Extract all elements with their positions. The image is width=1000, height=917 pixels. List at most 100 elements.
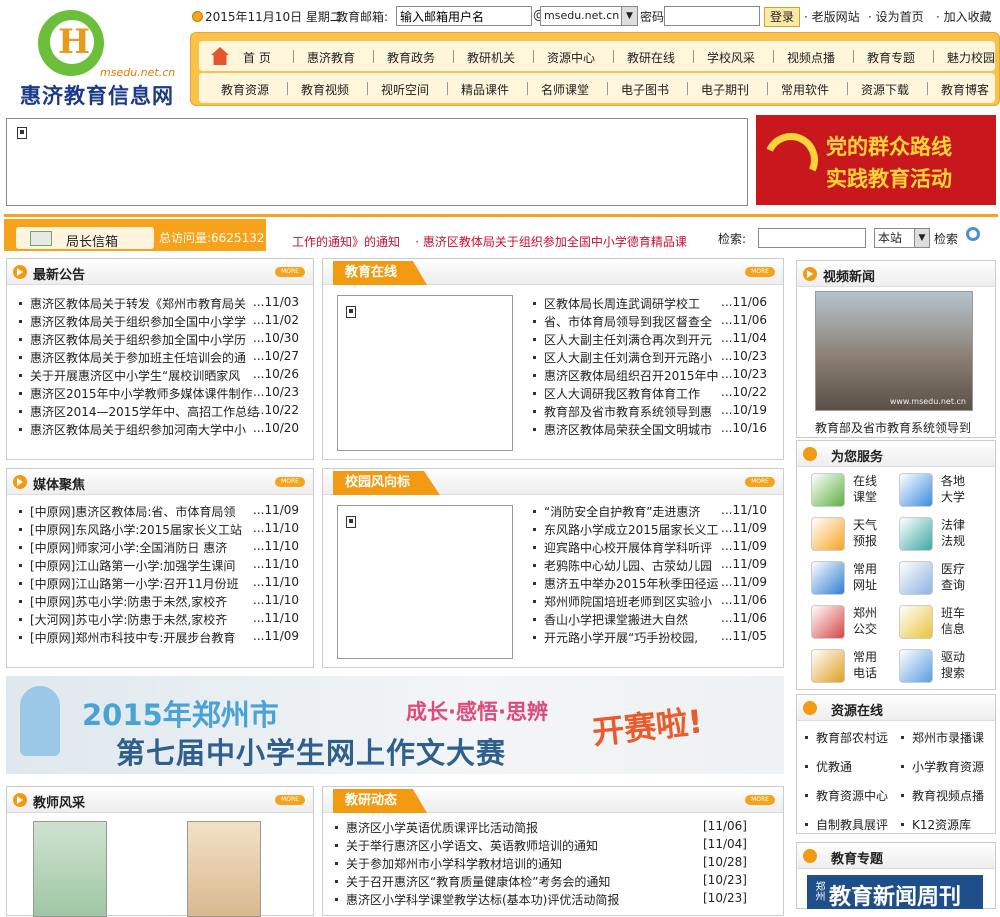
nav-item[interactable]: 教育资源 xyxy=(221,81,269,98)
list-item[interactable]: 关于开展惠济区中小学生“展校训晒家风 ...10/26 xyxy=(19,367,299,384)
list-item[interactable]: 郑州师院国培班老师到区实验小 ...11/06 xyxy=(533,593,767,610)
resource-link[interactable]: 优教通 xyxy=(805,758,852,775)
list-item[interactable]: 惠济区小学英语优质课评比活动简报 [11/06] xyxy=(335,819,747,836)
item-title[interactable]: 区教体局长周连武调研学校工 xyxy=(544,297,700,311)
search-scope-select[interactable]: 本站 ▼ xyxy=(874,228,930,248)
mail-domain-select[interactable]: msedu.net.cn ▼ xyxy=(540,6,638,26)
list-item[interactable]: 区人大副主任刘满仓再次到开元 ...11/04 xyxy=(533,331,767,348)
nav-item[interactable]: 电子图书 xyxy=(621,81,669,98)
list-item[interactable]: [中原网]郑州市科技中专:开展步台教育 ...11/09 xyxy=(19,629,299,646)
list-item[interactable]: [中原网]惠济区教体局:省、市体育局领 ...11/09 xyxy=(19,503,299,520)
teacher-photo[interactable] xyxy=(33,821,107,917)
item-title[interactable]: [中原网]惠济区教体局:省、市体育局领 xyxy=(30,505,235,519)
item-title[interactable]: [中原网]苏屯小学:防患于未然,家校齐 xyxy=(30,595,227,609)
more-button[interactable]: MORE xyxy=(275,795,305,805)
item-title[interactable]: [中原网]江山路第一小学:加强学生课间 xyxy=(30,559,235,573)
item-title[interactable]: 惠济区2014—2015学年中、高招工作总结 xyxy=(30,405,259,419)
item-title[interactable]: 惠济区教体局组织召开2015年中 xyxy=(544,369,719,383)
item-title[interactable]: 关于参加郑州市小学科学教材培训的通知 xyxy=(346,857,562,871)
service-item[interactable]: 郑州 公交 xyxy=(811,603,899,643)
old-site-link[interactable]: · 老版网站 xyxy=(804,8,860,25)
service-item[interactable]: 常用 网址 xyxy=(811,559,899,599)
search-input[interactable] xyxy=(758,228,866,248)
item-title[interactable]: 省、市体育局领导到我区督查全 xyxy=(544,315,712,329)
service-item[interactable]: 驱动 搜索 xyxy=(899,647,987,687)
item-title[interactable]: 惠济五中举办2015年秋季田径运 xyxy=(544,577,719,591)
list-item[interactable]: 惠济区2015年中小学教师多媒体课件制作 ...10/23 xyxy=(19,385,299,402)
list-item[interactable]: 开元路小学开展“巧手扮校园, ...11/05 xyxy=(533,629,767,646)
video-caption[interactable]: 教育部及省市教育系统领导到 xyxy=(815,419,971,436)
service-item[interactable]: 医疗 查询 xyxy=(899,559,987,599)
list-item[interactable]: 香山小学把课堂搬进大自然 ...11/06 xyxy=(533,611,767,628)
teacher-photo[interactable] xyxy=(187,821,261,917)
nav-item[interactable]: 教研在线 xyxy=(627,49,675,66)
list-item[interactable]: 惠济区教体局关于转发《郑州市教育局关 ...11/03 xyxy=(19,295,299,312)
nav-item[interactable]: 教研机关 xyxy=(467,49,515,66)
item-title[interactable]: 惠济区2015年中小学教师多媒体课件制作 xyxy=(30,387,253,401)
list-item[interactable]: 省、市体育局领导到我区督查全 ...11/06 xyxy=(533,313,767,330)
marquee-item[interactable]: 工作的通知》的通知 xyxy=(292,235,400,249)
resource-link[interactable]: 教育视频点播 xyxy=(901,787,984,804)
item-title[interactable]: “消防安全自护教育”走进惠济 xyxy=(544,505,700,519)
search-icon[interactable] xyxy=(966,227,980,241)
photo-frame[interactable] xyxy=(337,505,513,659)
item-title[interactable]: 区人大副主任刘满仓到开元路小 xyxy=(544,351,712,365)
nav-item[interactable]: 惠济教育 xyxy=(307,49,355,66)
nav-item[interactable]: 精品课件 xyxy=(461,81,509,98)
list-item[interactable]: [中原网]东风路小学:2015届家长义工站 ...11/10 xyxy=(19,521,299,538)
list-item[interactable]: 惠济区教体局关于组织参加全国中小学历 ...10/30 xyxy=(19,331,299,348)
resource-label[interactable]: 优教通 xyxy=(816,760,852,774)
resource-label[interactable]: 教育资源中心 xyxy=(816,789,888,803)
more-button[interactable]: MORE xyxy=(745,267,775,277)
list-item[interactable]: 东风路小学成立2015届家长义工 ...11/09 xyxy=(533,521,767,538)
item-title[interactable]: 关于举行惠济区小学语文、英语教师培训的通知 xyxy=(346,839,598,853)
item-title[interactable]: 区人大副主任刘满仓再次到开元 xyxy=(544,333,712,347)
list-item[interactable]: [中原网]苏屯小学:防患于未然,家校齐 ...11/10 xyxy=(19,593,299,610)
item-title[interactable]: 迎宾路中心校开展体育学科听评 xyxy=(544,541,712,555)
list-item[interactable]: [中原网]江山路第一小学:召开11月份班 ...11/10 xyxy=(19,575,299,592)
item-title[interactable]: 老鸦陈中心幼儿园、古荥幼儿园 xyxy=(544,559,712,573)
resource-link[interactable]: 郑州市录播课 xyxy=(901,729,984,746)
more-button[interactable]: MORE xyxy=(745,477,775,487)
essay-contest-banner[interactable]: 2015年郑州市 第七届中小学生网上作文大赛 成长·感悟·思辨 开赛啦! xyxy=(6,676,784,774)
list-item[interactable]: 区人大调研我区教育体育工作 ...10/22 xyxy=(533,385,767,402)
resource-link[interactable]: 教育部农村远 xyxy=(805,729,888,746)
list-item[interactable]: [中原网]江山路第一小学:加强学生课间 ...11/10 xyxy=(19,557,299,574)
list-item[interactable]: [大河网]苏屯小学:防患于未然,家校齐 ...11/10 xyxy=(19,611,299,628)
item-title[interactable]: 东风路小学成立2015届家长义工 xyxy=(544,523,719,537)
list-item[interactable]: 惠济区教体局关于参加班主任培训会的通 ...10/27 xyxy=(19,349,299,366)
item-title[interactable]: 区人大调研我区教育体育工作 xyxy=(544,387,700,401)
party-banner[interactable]: 党的群众路线 实践教育活动 xyxy=(756,115,996,205)
resource-label[interactable]: 郑州市录播课 xyxy=(912,731,984,745)
list-item[interactable]: 惠济区2014—2015学年中、高招工作总结 ...10/22 xyxy=(19,403,299,420)
news-marquee[interactable]: 工作的通知》的通知 · 惠济区教体局关于组织参加全国中小学德育精品课 xyxy=(292,233,687,250)
item-title[interactable]: 惠济区教体局关于参加班主任培训会的通 xyxy=(30,351,246,365)
nav-item[interactable]: 常用软件 xyxy=(781,81,829,98)
login-button[interactable]: 登录 xyxy=(764,7,800,27)
nav-item[interactable]: 魅力校园 xyxy=(947,49,995,66)
search-button-label[interactable]: 检索 xyxy=(934,230,958,247)
nav-item[interactable]: 教育政务 xyxy=(387,49,435,66)
list-item[interactable]: 老鸦陈中心幼儿园、古荥幼儿园 ...11/09 xyxy=(533,557,767,574)
nav-item[interactable]: 视频点播 xyxy=(787,49,835,66)
service-item[interactable]: 天气 预报 xyxy=(811,515,899,555)
nav-item[interactable]: 教育博客 xyxy=(941,81,989,98)
list-item[interactable]: 关于参加郑州市小学科学教材培训的通知 [10/28] xyxy=(335,855,747,872)
item-title[interactable]: 关于召开惠济区“教育质量健康体检”考务会的通知 xyxy=(346,875,610,889)
list-item[interactable]: 关于举行惠济区小学语文、英语教师培训的通知 [11/04] xyxy=(335,837,747,854)
list-item[interactable]: 惠济区教体局关于组织参加河南大学中小 ...10/20 xyxy=(19,421,299,438)
service-item[interactable]: 法律 法规 xyxy=(899,515,987,555)
marquee-item[interactable]: · 惠济区教体局关于组织参加全国中小学德育精品课 xyxy=(415,235,687,249)
item-title[interactable]: [中原网]东风路小学:2015届家长义工站 xyxy=(30,523,242,537)
resource-label[interactable]: 教育视频点播 xyxy=(912,789,984,803)
list-item[interactable]: 区人大副主任刘满仓到开元路小 ...10/23 xyxy=(533,349,767,366)
set-home-link[interactable]: · 设为首页 xyxy=(868,8,924,25)
more-button[interactable]: MORE xyxy=(745,795,775,805)
service-item[interactable]: 在线 课堂 xyxy=(811,471,899,511)
video-thumbnail[interactable]: www.msedu.net.cn xyxy=(815,291,973,411)
item-title[interactable]: 教育部及省市教育系统领导到惠 xyxy=(544,405,712,419)
list-item[interactable]: 惠济区教体局关于组织参加全国中小学学 ...11/02 xyxy=(19,313,299,330)
list-item[interactable]: “消防安全自护教育”走进惠济 ...11/10 xyxy=(533,503,767,520)
item-title[interactable]: 惠济区小学科学课堂教学达标(基本功)评优活动简报 xyxy=(346,893,619,907)
list-item[interactable]: 惠济五中举办2015年秋季田径运 ...11/09 xyxy=(533,575,767,592)
